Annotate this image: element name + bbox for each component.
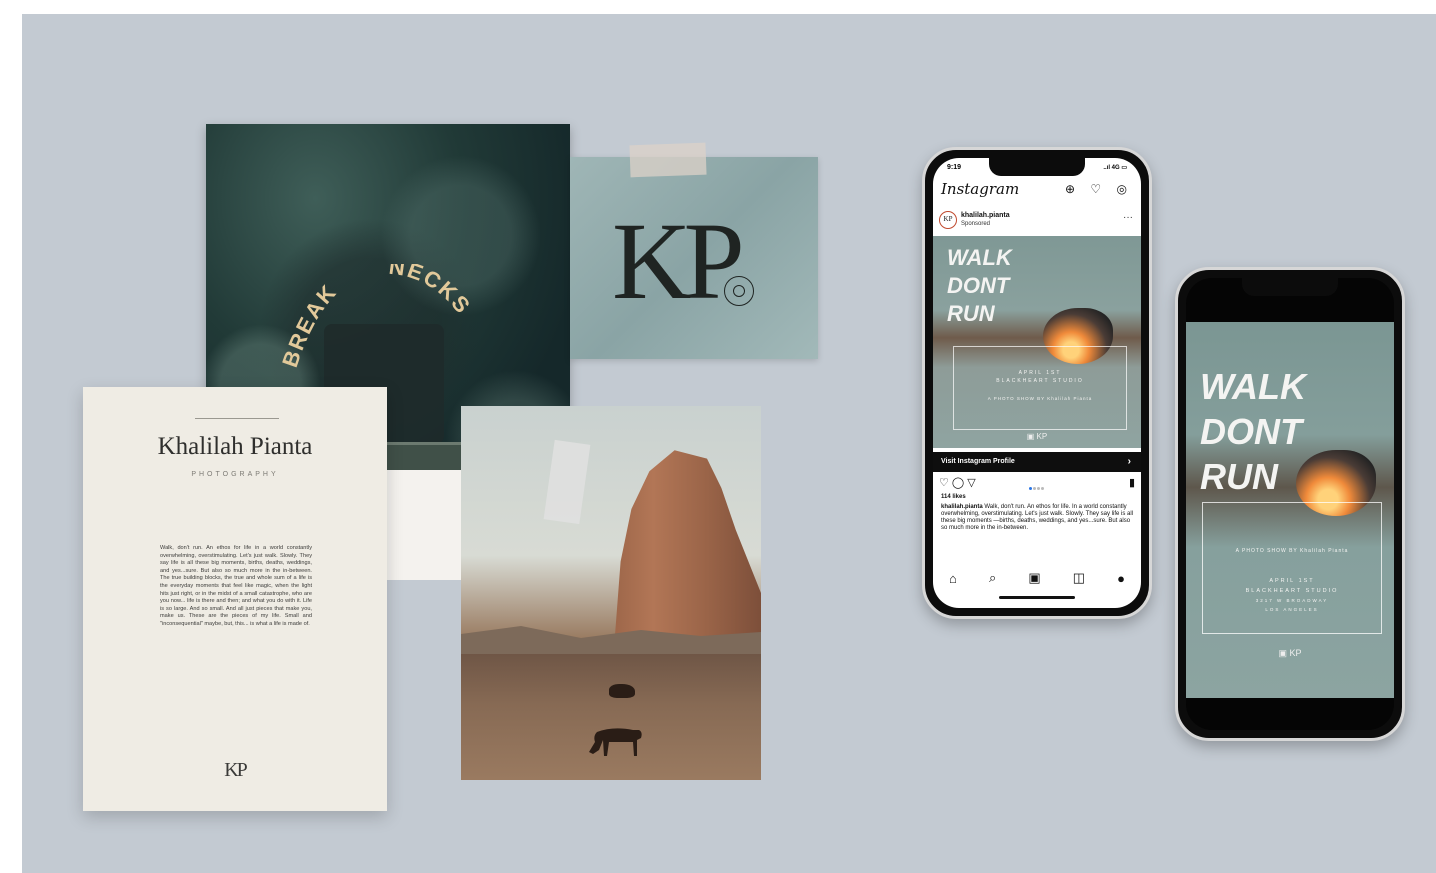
photography-card: Khalilah Pianta PHOTOGRAPHY Walk, don't …	[83, 387, 387, 811]
chevron-right-icon: ›	[1127, 456, 1131, 467]
desert-landscape-photo	[461, 406, 761, 780]
avatar[interactable]: KP	[939, 211, 957, 229]
ad-title-line: RUN	[947, 301, 995, 326]
story-credit: A PHOTO SHOW BY Khalilah Pianta	[1235, 548, 1349, 554]
badge-word-1: BREAK	[277, 279, 340, 370]
post-actions: ♡ ◯ ▽ ▮	[939, 476, 1135, 492]
ad-event-date: APRIL 1ST	[1018, 370, 1062, 376]
instagram-header: Instagram ⊕ ♡ ◎	[933, 178, 1141, 202]
story-title-line: WALK	[1200, 366, 1306, 407]
masking-tape	[629, 142, 707, 178]
header-action-icons[interactable]: ⊕ ♡ ◎	[1065, 182, 1133, 196]
more-options-icon[interactable]: ···	[1123, 212, 1133, 223]
moodboard-canvas: BREAK NECKS KP Khalilah Pianta PHOTOGRAP…	[22, 14, 1436, 873]
distant-horse	[609, 684, 635, 698]
logo-circle-mark	[724, 276, 754, 306]
search-icon[interactable]: ⌕	[989, 570, 996, 586]
reels-icon[interactable]: ▣	[1028, 570, 1040, 586]
story-event-city: LOS ANGELES	[1265, 607, 1319, 612]
visit-profile-label: Visit Instagram Profile	[941, 458, 1015, 465]
story-title: WALK DONT RUN	[1200, 364, 1306, 499]
story-event-frame	[1202, 502, 1382, 634]
story-event-address: 3217 W BROADWAY	[1255, 598, 1329, 603]
card-name: Khalilah Pianta	[157, 433, 313, 460]
caption-username[interactable]: khalilah.pianta	[941, 504, 983, 510]
rock-butte	[613, 450, 761, 656]
like-comment-share-icons[interactable]: ♡ ◯ ▽	[939, 477, 976, 489]
visit-profile-button[interactable]: Visit Instagram Profile ›	[933, 452, 1141, 472]
bookmark-icon[interactable]: ▮	[1129, 476, 1135, 489]
signal-battery-icon: ..ıl 4G ▭	[1103, 165, 1127, 171]
home-indicator	[999, 596, 1075, 599]
story-title-line: DONT	[1200, 411, 1302, 452]
kp-monogram-logo: KP	[612, 200, 745, 322]
home-icon[interactable]: ⌂	[949, 571, 957, 586]
status-bar: 9:19 ..ıl 4G ▭	[947, 164, 1127, 176]
profile-icon[interactable]: ●	[1117, 571, 1125, 586]
card-body-text: Walk, don't run. An ethos for life in a …	[160, 545, 312, 627]
sponsored-label: Sponsored	[961, 221, 991, 227]
ad-title-line: WALK	[947, 245, 1012, 270]
post-header: KP khalilah.pianta Sponsored ···	[933, 208, 1141, 234]
ad-event-venue: BLACKHEART STUDIO	[996, 378, 1084, 384]
story-footer-logo: ▣ KP	[1278, 648, 1302, 658]
post-caption: khalilah.pianta Walk, don't run. An etho…	[941, 504, 1135, 532]
ad-title: WALK DONT RUN	[947, 244, 1012, 328]
card-rule	[195, 418, 279, 419]
ad-footer-logo: ▣ KP	[1026, 432, 1048, 441]
card-subtitle: PHOTOGRAPHY	[191, 471, 279, 478]
phone2-screen: WALK DONT RUN A PHOTO SHOW BY Khalilah P…	[1186, 278, 1394, 730]
phone1-screen: 9:19 ..ıl 4G ▭ Instagram ⊕ ♡ ◎ KP khalil…	[933, 158, 1141, 608]
story-event-date: APRIL 1ST	[1269, 578, 1315, 584]
status-time: 9:19	[947, 164, 962, 171]
ad-title-line: DONT	[947, 273, 1010, 298]
carousel-dots	[1029, 481, 1049, 490]
likes-count[interactable]: 114 likes	[941, 494, 966, 500]
phone-instagram-feed: 9:19 ..ıl 4G ▭ Instagram ⊕ ♡ ◎ KP khalil…	[922, 147, 1152, 619]
card-monogram: KP	[224, 759, 248, 781]
bottom-nav: ⌂ ⌕ ▣ ◫ ●	[933, 566, 1141, 590]
shop-icon[interactable]: ◫	[1073, 570, 1085, 586]
grazing-horse	[589, 728, 642, 756]
ad-event-frame	[953, 346, 1127, 430]
story-event-venue: BLACKHEART STUDIO	[1245, 588, 1339, 594]
sponsored-ad-image[interactable]: WALK DONT RUN APRIL 1ST BLACKHEART STUDI…	[933, 236, 1141, 448]
svg-text:BREAK: BREAK	[277, 279, 342, 370]
story-title-line: RUN	[1200, 456, 1278, 497]
phone-story: WALK DONT RUN A PHOTO SHOW BY Khalilah P…	[1175, 267, 1405, 741]
post-username[interactable]: khalilah.pianta	[961, 212, 1010, 219]
break-necks-arched-text: BREAK NECKS	[277, 264, 476, 370]
badge-word-2: NECKS	[387, 264, 474, 319]
ad-credit: A PHOTO SHOW BY Khalilah Pianta	[987, 396, 1093, 401]
instagram-logo[interactable]: Instagram	[941, 180, 1019, 198]
story-image[interactable]: WALK DONT RUN A PHOTO SHOW BY Khalilah P…	[1186, 322, 1394, 698]
svg-text:NECKS: NECKS	[387, 264, 476, 319]
